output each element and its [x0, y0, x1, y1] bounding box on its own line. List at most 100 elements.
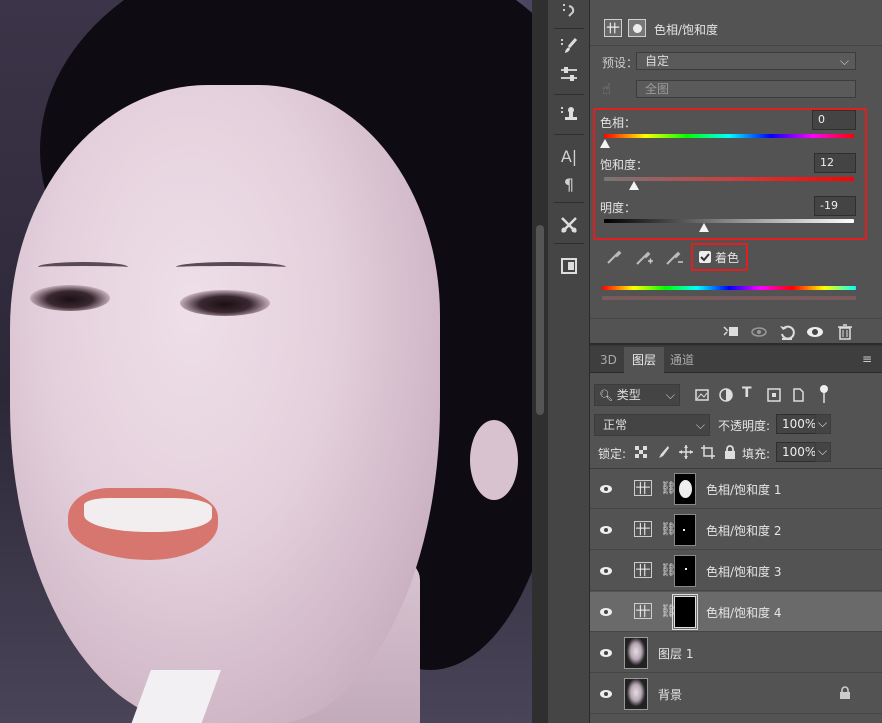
photo-brow-right: [176, 262, 286, 272]
filter-adjustment-icon[interactable]: [718, 387, 736, 405]
colorize-label[interactable]: 着色: [715, 249, 739, 266]
filter-pixel-icon[interactable]: [694, 387, 712, 405]
navigator-icon[interactable]: [556, 254, 582, 278]
layer-name: 色相/饱和度 3: [706, 565, 782, 579]
visibility-eye-icon[interactable]: [599, 482, 613, 496]
preset-dropdown[interactable]: 自定 ⌵: [636, 52, 856, 70]
visibility-icon[interactable]: [806, 323, 824, 341]
hand-target-icon[interactable]: ☝: [602, 80, 622, 100]
properties-panel: 色相/饱和度 预设： 自定 ⌵ ☝ 全图 色相： 0 饱和度： 12 明度： -…: [590, 0, 882, 345]
visibility-eye-icon[interactable]: [599, 646, 613, 660]
lock-all-icon[interactable]: [722, 444, 740, 462]
blend-mode-value: 正常: [603, 418, 628, 432]
visibility-eye-icon[interactable]: [599, 564, 613, 578]
eyedropper-plus-icon[interactable]: [634, 247, 654, 267]
tab-layers[interactable]: 图层: [624, 347, 665, 373]
lock-transparency-icon[interactable]: [634, 445, 652, 463]
layer-name: 图层 1: [658, 647, 694, 661]
document-canvas[interactable]: [0, 0, 532, 723]
fill-input[interactable]: 100%: [776, 442, 816, 462]
visibility-eye-icon[interactable]: [599, 605, 613, 619]
strip-divider: [554, 202, 584, 203]
photo-brow-left: [38, 262, 128, 272]
visibility-eye-icon[interactable]: [599, 687, 613, 701]
layer-name: 色相/饱和度 2: [706, 524, 782, 538]
mask-icon[interactable]: [628, 19, 646, 37]
colorize-checkbox[interactable]: [699, 251, 711, 263]
layer-row[interactable]: ⛓ 色相/饱和度 1: [590, 469, 882, 509]
filter-toggle-icon[interactable]: [820, 385, 828, 393]
lightness-slider-track[interactable]: [604, 219, 854, 223]
lock-label: 锁定:: [598, 447, 627, 461]
layer-filter-dropdown[interactable]: 🔍︎ 类型 ⌵: [594, 384, 680, 406]
lock-artboard-icon[interactable]: [700, 444, 718, 462]
reset-icon[interactable]: [778, 323, 796, 341]
layer-mask-thumbnail[interactable]: [672, 594, 698, 630]
layer-filter-value: 类型: [616, 388, 641, 402]
strip-divider: [554, 243, 584, 244]
visibility-eye-icon[interactable]: [599, 523, 613, 537]
fill-dropdown-button[interactable]: ⌵: [815, 442, 831, 462]
trash-icon[interactable]: [836, 323, 854, 341]
lock-pixels-icon[interactable]: [656, 445, 674, 463]
channel-dropdown[interactable]: 全图: [636, 80, 856, 98]
lightness-slider-knob[interactable]: [699, 223, 709, 232]
paragraph-icon[interactable]: ¶: [556, 172, 582, 196]
tools-icon[interactable]: [556, 213, 582, 237]
opacity-input[interactable]: 100%: [776, 414, 816, 434]
stamp-icon[interactable]: [556, 102, 582, 126]
lightness-input[interactable]: -19: [814, 196, 856, 216]
clip-layer-icon[interactable]: [722, 323, 740, 341]
saturation-value: 12: [820, 156, 834, 169]
hue-value: 0: [818, 113, 825, 126]
saturation-slider-knob[interactable]: [629, 181, 639, 190]
layer-row[interactable]: 图层 1: [590, 633, 882, 673]
view-previous-icon[interactable]: [750, 323, 768, 341]
eyedropper-icon[interactable]: [604, 247, 624, 267]
layer-name: 色相/饱和度 1: [706, 483, 782, 497]
layer-row-selected[interactable]: ⛓ 色相/饱和度 4: [590, 592, 882, 632]
scrollbar-thumb[interactable]: [536, 225, 544, 415]
fill-value: 100%: [782, 445, 817, 459]
panel-menu-icon[interactable]: ≡: [862, 353, 874, 365]
strip-divider: [554, 28, 584, 29]
filter-shape-icon[interactable]: [766, 387, 784, 405]
hue-slider-track[interactable]: [604, 134, 854, 138]
filter-type-icon[interactable]: T: [742, 385, 760, 403]
layer-row[interactable]: ⛓ 色相/饱和度 3: [590, 551, 882, 591]
history-icon[interactable]: [556, 0, 582, 24]
brush-icon[interactable]: [556, 34, 582, 58]
saturation-input[interactable]: 12: [814, 153, 856, 173]
character-icon[interactable]: A|: [556, 144, 582, 168]
hue-slider-knob[interactable]: [600, 139, 610, 148]
color-bar-source: [602, 286, 856, 290]
layer-mask-thumbnail[interactable]: [674, 555, 696, 587]
layer-thumbnail: [624, 678, 648, 710]
lightness-value: -19: [820, 199, 838, 212]
layer-row[interactable]: ⛓ 色相/饱和度 2: [590, 510, 882, 550]
layer-mask-thumbnail[interactable]: [674, 514, 696, 546]
layer-thumbnail: [624, 637, 648, 669]
hue-input[interactable]: 0: [812, 110, 856, 130]
strip-divider: [554, 134, 584, 135]
layer-mask-thumbnail[interactable]: [674, 473, 696, 505]
filter-smart-object-icon[interactable]: [790, 387, 808, 405]
opacity-dropdown-button[interactable]: ⌵: [815, 414, 831, 434]
eyedropper-minus-icon[interactable]: [664, 247, 684, 267]
tab-channels[interactable]: 通道: [662, 347, 702, 373]
lock-icon: [838, 686, 856, 704]
saturation-slider-track[interactable]: [604, 177, 854, 181]
adjustments-icon[interactable]: [556, 62, 582, 86]
photo-eye-left: [30, 285, 110, 311]
blend-mode-dropdown[interactable]: 正常 ⌵: [594, 414, 710, 436]
adjust-layer-icon[interactable]: [604, 19, 622, 37]
preset-label: 预设：: [602, 56, 639, 70]
opacity-label: 不透明度:: [718, 419, 771, 433]
canvas-scrollbar[interactable]: [532, 0, 548, 723]
adjustment-layer-icon: [634, 480, 652, 496]
photo-eye-right: [180, 290, 270, 316]
lock-position-icon[interactable]: [678, 444, 696, 462]
tab-3d[interactable]: 3D: [592, 347, 625, 373]
photo-teeth: [84, 498, 212, 532]
layer-row[interactable]: 背景: [590, 674, 882, 714]
